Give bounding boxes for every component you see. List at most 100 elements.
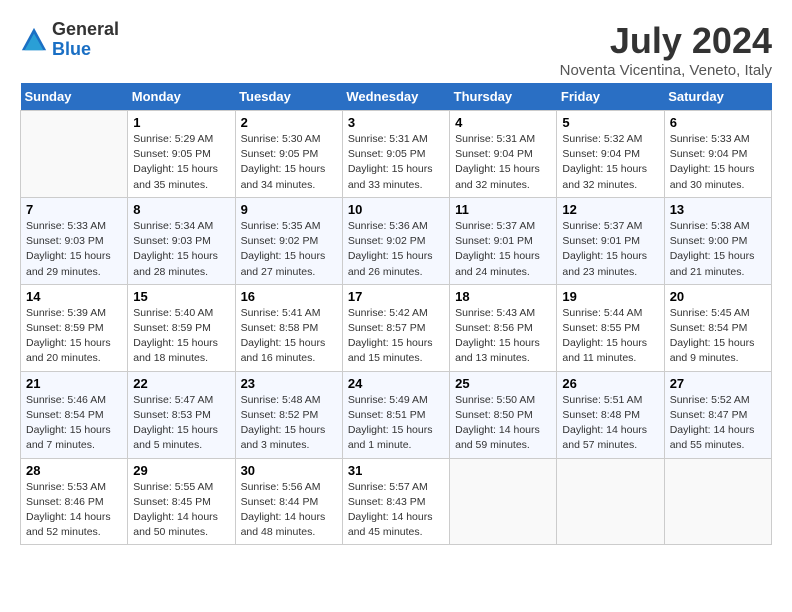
- page-header: General Blue July 2024 Noventa Vicentina…: [20, 20, 772, 79]
- day-info: Sunrise: 5:29 AM Sunset: 9:05 PM Dayligh…: [133, 132, 229, 193]
- day-cell: 6 Sunrise: 5:33 AM Sunset: 9:04 PM Daylig…: [664, 111, 771, 198]
- day-info: Sunrise: 5:45 AM Sunset: 8:54 PM Dayligh…: [670, 306, 766, 367]
- day-number: 16: [241, 289, 337, 304]
- day-cell: 5 Sunrise: 5:32 AM Sunset: 9:04 PM Daylig…: [557, 111, 664, 198]
- title-section: July 2024 Noventa Vicentina, Veneto, Ita…: [560, 20, 772, 79]
- day-cell: [664, 458, 771, 545]
- day-cell: 4 Sunrise: 5:31 AM Sunset: 9:04 PM Daylig…: [450, 111, 557, 198]
- day-info: Sunrise: 5:35 AM Sunset: 9:02 PM Dayligh…: [241, 219, 337, 280]
- day-number: 30: [241, 463, 337, 478]
- day-info: Sunrise: 5:37 AM Sunset: 9:01 PM Dayligh…: [455, 219, 551, 280]
- day-number: 23: [241, 376, 337, 391]
- day-number: 29: [133, 463, 229, 478]
- day-info: Sunrise: 5:44 AM Sunset: 8:55 PM Dayligh…: [562, 306, 658, 367]
- day-number: 10: [348, 202, 444, 217]
- day-cell: 16 Sunrise: 5:41 AM Sunset: 8:58 PM Dayli…: [235, 284, 342, 371]
- day-info: Sunrise: 5:46 AM Sunset: 8:54 PM Dayligh…: [26, 393, 122, 454]
- day-number: 5: [562, 115, 658, 130]
- day-cell: 14Sunrise: 5:39 AM Sunset: 8:59 PM Dayli…: [21, 284, 128, 371]
- day-number: 17: [348, 289, 444, 304]
- day-number: 1: [133, 115, 229, 130]
- day-info: Sunrise: 5:47 AM Sunset: 8:53 PM Dayligh…: [133, 393, 229, 454]
- day-info: Sunrise: 5:37 AM Sunset: 9:01 PM Dayligh…: [562, 219, 658, 280]
- col-friday: Friday: [557, 83, 664, 111]
- day-number: 4: [455, 115, 551, 130]
- day-cell: 30 Sunrise: 5:56 AM Sunset: 8:44 PM Dayli…: [235, 458, 342, 545]
- day-cell: 25Sunrise: 5:50 AM Sunset: 8:50 PM Dayli…: [450, 371, 557, 458]
- day-cell: 3Sunrise: 5:31 AM Sunset: 9:05 PM Daylig…: [342, 111, 449, 198]
- day-info: Sunrise: 5:30 AM Sunset: 9:05 PM Dayligh…: [241, 132, 337, 193]
- day-number: 9: [241, 202, 337, 217]
- day-cell: 7Sunrise: 5:33 AM Sunset: 9:03 PM Daylig…: [21, 197, 128, 284]
- week-row-2: 7Sunrise: 5:33 AM Sunset: 9:03 PM Daylig…: [21, 197, 772, 284]
- day-info: Sunrise: 5:43 AM Sunset: 8:56 PM Dayligh…: [455, 306, 551, 367]
- day-info: Sunrise: 5:33 AM Sunset: 9:04 PM Dayligh…: [670, 132, 766, 193]
- day-info: Sunrise: 5:51 AM Sunset: 8:48 PM Dayligh…: [562, 393, 658, 454]
- day-cell: 23 Sunrise: 5:48 AM Sunset: 8:52 PM Dayli…: [235, 371, 342, 458]
- day-info: Sunrise: 5:36 AM Sunset: 9:02 PM Dayligh…: [348, 219, 444, 280]
- day-cell: 24 Sunrise: 5:49 AM Sunset: 8:51 PM Dayli…: [342, 371, 449, 458]
- logo-text: General Blue: [52, 20, 119, 60]
- day-cell: [557, 458, 664, 545]
- day-info: Sunrise: 5:41 AM Sunset: 8:58 PM Dayligh…: [241, 306, 337, 367]
- day-number: 27: [670, 376, 766, 391]
- logo-blue: Blue: [52, 40, 119, 60]
- day-info: Sunrise: 5:32 AM Sunset: 9:04 PM Dayligh…: [562, 132, 658, 193]
- day-info: Sunrise: 5:42 AM Sunset: 8:57 PM Dayligh…: [348, 306, 444, 367]
- col-thursday: Thursday: [450, 83, 557, 111]
- day-number: 20: [670, 289, 766, 304]
- day-cell: 29 Sunrise: 5:55 AM Sunset: 8:45 PM Dayli…: [128, 458, 235, 545]
- day-info: Sunrise: 5:57 AM Sunset: 8:43 PM Dayligh…: [348, 480, 444, 541]
- day-info: Sunrise: 5:56 AM Sunset: 8:44 PM Dayligh…: [241, 480, 337, 541]
- logo-icon: [20, 26, 48, 54]
- day-number: 6: [670, 115, 766, 130]
- day-number: 24: [348, 376, 444, 391]
- day-cell: 11 Sunrise: 5:37 AM Sunset: 9:01 PM Dayli…: [450, 197, 557, 284]
- week-row-5: 28Sunrise: 5:53 AM Sunset: 8:46 PM Dayli…: [21, 458, 772, 545]
- day-cell: 19 Sunrise: 5:44 AM Sunset: 8:55 PM Dayli…: [557, 284, 664, 371]
- day-info: Sunrise: 5:53 AM Sunset: 8:46 PM Dayligh…: [26, 480, 122, 541]
- day-cell: 13Sunrise: 5:38 AM Sunset: 9:00 PM Dayli…: [664, 197, 771, 284]
- day-cell: [450, 458, 557, 545]
- day-info: Sunrise: 5:55 AM Sunset: 8:45 PM Dayligh…: [133, 480, 229, 541]
- day-cell: 31Sunrise: 5:57 AM Sunset: 8:43 PM Dayli…: [342, 458, 449, 545]
- day-cell: 20 Sunrise: 5:45 AM Sunset: 8:54 PM Dayli…: [664, 284, 771, 371]
- col-sunday: Sunday: [21, 83, 128, 111]
- day-number: 11: [455, 202, 551, 217]
- day-info: Sunrise: 5:34 AM Sunset: 9:03 PM Dayligh…: [133, 219, 229, 280]
- day-cell: 8Sunrise: 5:34 AM Sunset: 9:03 PM Daylig…: [128, 197, 235, 284]
- col-saturday: Saturday: [664, 83, 771, 111]
- day-number: 26: [562, 376, 658, 391]
- day-cell: 27 Sunrise: 5:52 AM Sunset: 8:47 PM Dayli…: [664, 371, 771, 458]
- day-info: Sunrise: 5:38 AM Sunset: 9:00 PM Dayligh…: [670, 219, 766, 280]
- week-row-1: 1 Sunrise: 5:29 AM Sunset: 9:05 PM Daylig…: [21, 111, 772, 198]
- calendar-table: Sunday Monday Tuesday Wednesday Thursday…: [20, 83, 772, 545]
- day-number: 25: [455, 376, 551, 391]
- day-info: Sunrise: 5:40 AM Sunset: 8:59 PM Dayligh…: [133, 306, 229, 367]
- day-number: 7: [26, 202, 122, 217]
- day-number: 14: [26, 289, 122, 304]
- logo-general: General: [52, 20, 119, 40]
- day-number: 19: [562, 289, 658, 304]
- location: Noventa Vicentina, Veneto, Italy: [560, 62, 772, 79]
- day-cell: 18 Sunrise: 5:43 AM Sunset: 8:56 PM Dayli…: [450, 284, 557, 371]
- day-info: Sunrise: 5:31 AM Sunset: 9:05 PM Dayligh…: [348, 132, 444, 193]
- day-cell: 15Sunrise: 5:40 AM Sunset: 8:59 PM Dayli…: [128, 284, 235, 371]
- day-info: Sunrise: 5:31 AM Sunset: 9:04 PM Dayligh…: [455, 132, 551, 193]
- day-cell: 22 Sunrise: 5:47 AM Sunset: 8:53 PM Dayli…: [128, 371, 235, 458]
- col-tuesday: Tuesday: [235, 83, 342, 111]
- day-number: 18: [455, 289, 551, 304]
- day-info: Sunrise: 5:49 AM Sunset: 8:51 PM Dayligh…: [348, 393, 444, 454]
- col-monday: Monday: [128, 83, 235, 111]
- day-number: 22: [133, 376, 229, 391]
- day-cell: 10 Sunrise: 5:36 AM Sunset: 9:02 PM Dayli…: [342, 197, 449, 284]
- day-info: Sunrise: 5:52 AM Sunset: 8:47 PM Dayligh…: [670, 393, 766, 454]
- week-row-4: 21Sunrise: 5:46 AM Sunset: 8:54 PM Dayli…: [21, 371, 772, 458]
- day-number: 12: [562, 202, 658, 217]
- day-cell: 9 Sunrise: 5:35 AM Sunset: 9:02 PM Daylig…: [235, 197, 342, 284]
- logo: General Blue: [20, 20, 119, 60]
- month-year: July 2024: [560, 20, 772, 62]
- day-cell: 28Sunrise: 5:53 AM Sunset: 8:46 PM Dayli…: [21, 458, 128, 545]
- day-cell: 21Sunrise: 5:46 AM Sunset: 8:54 PM Dayli…: [21, 371, 128, 458]
- day-info: Sunrise: 5:48 AM Sunset: 8:52 PM Dayligh…: [241, 393, 337, 454]
